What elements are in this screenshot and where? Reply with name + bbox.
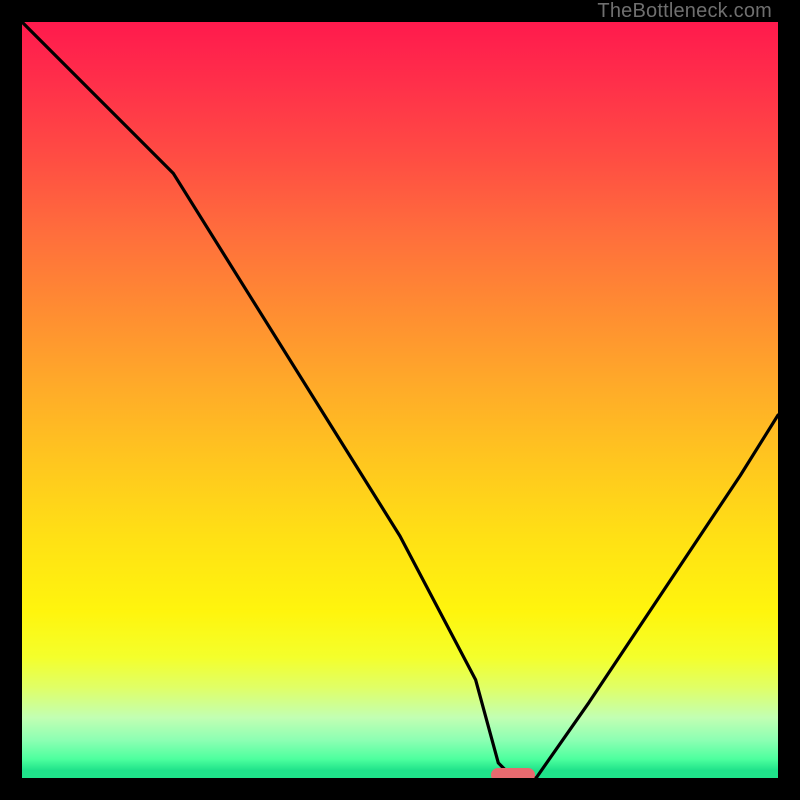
bottleneck-curve (22, 22, 778, 778)
watermark-text: TheBottleneck.com (597, 0, 772, 23)
chart-frame: TheBottleneck.com (0, 0, 800, 800)
optimal-marker (491, 768, 535, 778)
plot-area (22, 22, 778, 778)
